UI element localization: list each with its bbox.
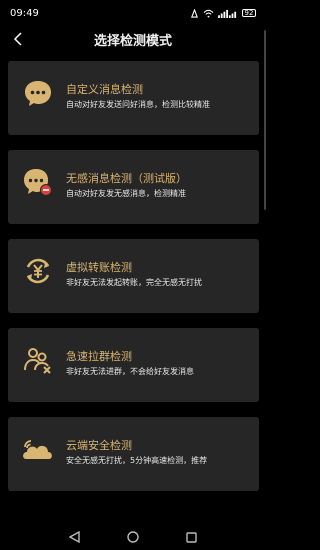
chat-bubble-minus-icon [22,166,54,198]
mode-description: 自动对好友发送问好消息，检测比较精准 [66,100,210,109]
notification-icon [191,8,198,18]
battery-level: 92 [244,9,254,17]
mode-card-virtual-transfer[interactable]: 虚拟转账检测 非好友无法发起转账，完全无感无打扰 [8,239,259,313]
status-bar: 09:49 92 [0,0,266,26]
mode-title: 虚拟转账检测 [66,261,132,274]
yuen-transfer-icon [22,255,54,287]
mode-title: 无感消息检测（测试版） [66,172,187,185]
nav-home-button[interactable] [125,529,141,545]
signal-icon [218,9,237,18]
mode-card-fast-group[interactable]: 急速拉群检测 非好友无法进群，不会给好友发消息 [8,328,259,402]
mode-description: 安全无感无打扰，5分钟高速检测，推荐 [66,456,208,465]
battery-icon: 92 [242,9,256,17]
back-button[interactable] [8,29,28,49]
group-users-icon [22,344,54,376]
circle-home-icon [127,531,139,543]
page-title: 选择检测模式 [93,33,172,49]
chat-bubble-icon [22,77,54,109]
mode-card-custom-message[interactable]: 自定义消息检测 自动对好友发送问好消息，检测比较精准 [8,61,259,135]
mode-title: 自定义消息检测 [66,83,143,96]
mode-title: 云端安全检测 [66,439,132,452]
wifi-icon [203,9,214,18]
mode-description: 非好友无法发起转账，完全无感无打扰 [66,278,202,287]
square-recents-icon [186,531,197,543]
chevron-left-icon [13,32,22,46]
mode-title: 急速拉群检测 [66,350,132,363]
triangle-back-icon [68,531,80,543]
cloud-icon [22,433,54,465]
mode-card-cloud-security[interactable]: 云端安全检测 安全无感无打扰，5分钟高速检测，推荐 [8,417,259,491]
header: 选择检测模式 [0,26,266,52]
mode-list: 自定义消息检测 自动对好友发送问好消息，检测比较精准 无感消息检测（测试版） 自… [8,61,259,506]
system-nav-bar [0,524,266,550]
mode-description: 自动对好友发无感消息，检测精准 [66,189,186,198]
mode-description: 非好友无法进群，不会给好友发消息 [66,367,194,376]
nav-recents-button[interactable] [184,529,200,545]
scrollbar[interactable] [264,30,266,210]
status-icons: 92 [190,8,256,18]
mode-card-silent-message[interactable]: 无感消息检测（测试版） 自动对好友发无感消息，检测精准 [8,150,259,224]
nav-back-button[interactable] [66,529,82,545]
status-time: 09:49 [10,7,39,19]
